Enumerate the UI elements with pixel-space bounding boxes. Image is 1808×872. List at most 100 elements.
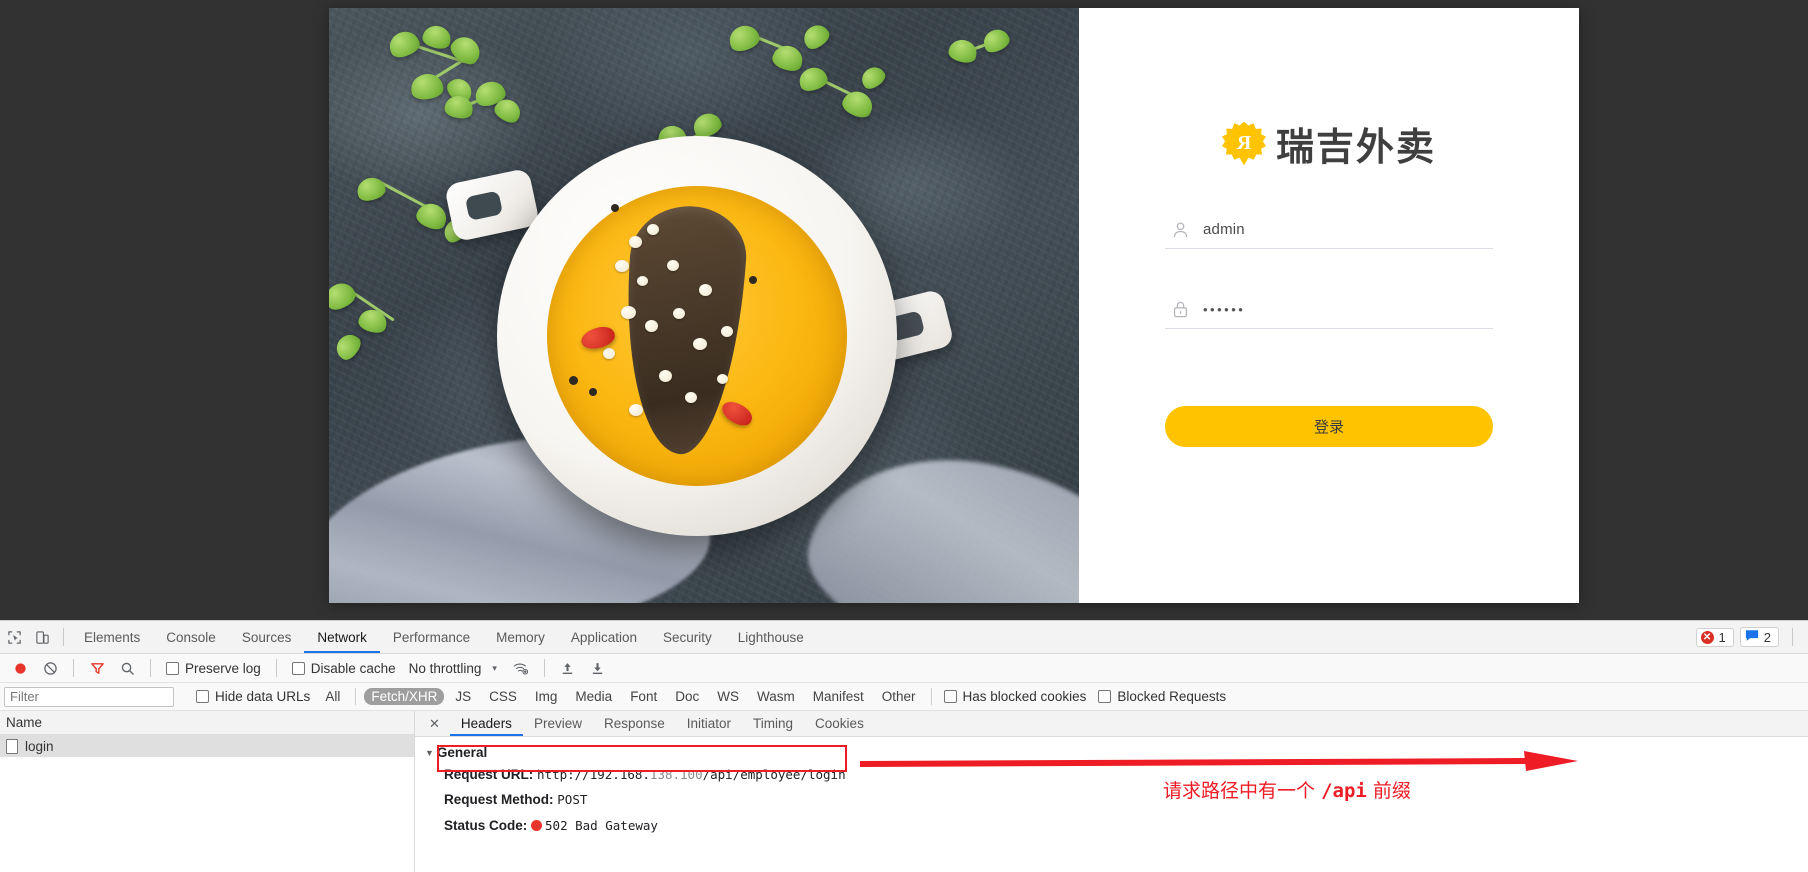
username-field[interactable]: admin	[1165, 220, 1493, 249]
tab-console[interactable]: Console	[153, 621, 229, 653]
general-section-label: General	[437, 745, 487, 760]
tab-memory[interactable]: Memory	[483, 621, 558, 653]
brand-name: 瑞吉外卖	[1276, 116, 1436, 171]
triangle-down-icon: ▼	[425, 748, 434, 758]
corn-kernel	[673, 308, 685, 319]
filter-divider	[931, 688, 932, 705]
status-code-value: 502 Bad Gateway	[545, 818, 658, 833]
inspect-element-icon[interactable]	[0, 623, 28, 651]
detail-tab-headers[interactable]: Headers	[450, 711, 523, 736]
message-count: 2	[1764, 630, 1771, 645]
filter-icon[interactable]	[83, 654, 111, 682]
toolbar-divider	[276, 659, 277, 677]
export-har-icon[interactable]	[584, 654, 612, 682]
annotation-code: /api	[1321, 780, 1367, 802]
type-filter-fetch-xhr[interactable]: Fetch/XHR	[364, 688, 444, 705]
toolbar-divider	[150, 659, 151, 677]
detail-tab-response[interactable]: Response	[593, 711, 676, 736]
tab-sources[interactable]: Sources	[229, 621, 305, 653]
request-url-row: Request URL: http://192.168.138.100/api/…	[425, 760, 1808, 785]
chevron-down-icon[interactable]: ▾	[488, 663, 505, 674]
checkbox-box	[1098, 690, 1111, 703]
type-filter-font[interactable]: Font	[623, 688, 664, 705]
tab-elements[interactable]: Elements	[71, 621, 153, 653]
type-filter-manifest[interactable]: Manifest	[806, 688, 871, 705]
request-url-host-dim: 138.100	[650, 767, 703, 782]
devtools-badges: ✕ 1 2	[1696, 627, 1800, 647]
type-filter-js[interactable]: JS	[448, 688, 478, 705]
type-filter-wasm[interactable]: Wasm	[750, 688, 802, 705]
disable-cache-checkbox[interactable]: Disable cache	[286, 661, 402, 676]
tab-lighthouse[interactable]: Lighthouse	[725, 621, 817, 653]
detail-tab-timing[interactable]: Timing	[742, 711, 804, 736]
throttling-select[interactable]: No throttling	[404, 661, 487, 676]
hide-data-urls-checkbox[interactable]: Hide data URLs	[190, 689, 316, 704]
type-filter-media[interactable]: Media	[568, 688, 619, 705]
black-seed	[589, 388, 597, 396]
corn-kernel	[685, 392, 697, 403]
detail-tab-initiator[interactable]: Initiator	[676, 711, 742, 736]
request-url-key: Request URL:	[444, 767, 533, 782]
request-list: Name login	[0, 711, 415, 872]
tab-network[interactable]: Network	[304, 621, 380, 653]
type-filter-other[interactable]: Other	[875, 688, 923, 705]
search-icon[interactable]	[113, 654, 141, 682]
network-conditions-icon[interactable]	[507, 654, 535, 682]
login-button[interactable]: 登录	[1165, 406, 1493, 447]
password-field[interactable]: ••••••	[1165, 300, 1493, 329]
corn-kernel	[647, 224, 659, 235]
tab-application[interactable]: Application	[558, 621, 650, 653]
disable-cache-label: Disable cache	[311, 661, 396, 676]
annotation-text: 请求路径中有一个 /api 前缀	[1163, 776, 1411, 803]
devtools-tabbar: Elements Console Sources Network Perform…	[0, 621, 1808, 654]
has-blocked-cookies-checkbox[interactable]: Has blocked cookies	[938, 689, 1093, 704]
detail-tab-cookies[interactable]: Cookies	[804, 711, 875, 736]
tab-performance[interactable]: Performance	[380, 621, 483, 653]
clear-icon[interactable]	[36, 654, 64, 682]
headers-content: ▼ General Request URL: http://192.168.13…	[415, 737, 1808, 836]
corn-kernel	[629, 236, 642, 248]
request-url-host: http://192.168.	[537, 767, 650, 782]
import-har-icon[interactable]	[554, 654, 582, 682]
device-toolbar-icon[interactable]	[28, 623, 56, 651]
record-icon[interactable]	[6, 654, 34, 682]
request-url-path: /api/employee/login	[703, 767, 846, 782]
corn-kernel	[659, 370, 672, 382]
message-count-badge[interactable]: 2	[1740, 627, 1779, 647]
type-filter-ws[interactable]: WS	[710, 688, 746, 705]
browser-viewport: R 瑞吉外卖 admin	[0, 0, 1808, 620]
hide-data-urls-label: Hide data URLs	[215, 689, 310, 704]
document-icon	[6, 739, 18, 754]
corn-kernel	[629, 404, 643, 416]
corn-kernel	[621, 306, 636, 319]
filter-input[interactable]	[4, 687, 174, 707]
checkbox-box	[166, 662, 179, 675]
checkbox-box	[292, 662, 305, 675]
request-detail: ✕ Headers Preview Response Initiator Tim…	[415, 711, 1808, 872]
request-method-row: Request Method: POST	[425, 785, 1808, 810]
brand-mark-icon: R	[1222, 122, 1266, 166]
close-icon[interactable]: ✕	[419, 716, 450, 732]
type-filter-all[interactable]: All	[318, 688, 347, 705]
corn-kernel	[721, 326, 733, 337]
network-filterbar: Hide data URLs All Fetch/XHR JS CSS Img …	[0, 683, 1808, 711]
general-section-header[interactable]: ▼ General	[425, 745, 1808, 760]
status-error-icon	[531, 820, 542, 831]
toolbar-divider	[544, 659, 545, 677]
type-filter-css[interactable]: CSS	[482, 688, 524, 705]
detail-tab-preview[interactable]: Preview	[523, 711, 593, 736]
status-code-row: Status Code: 502 Bad Gateway	[425, 811, 1808, 836]
black-seed	[749, 276, 757, 284]
blocked-requests-checkbox[interactable]: Blocked Requests	[1092, 689, 1232, 704]
table-row[interactable]: login	[0, 735, 414, 757]
type-filter-doc[interactable]: Doc	[668, 688, 706, 705]
preserve-log-checkbox[interactable]: Preserve log	[160, 661, 267, 676]
error-count-badge[interactable]: ✕ 1	[1696, 628, 1734, 647]
checkbox-box	[944, 690, 957, 703]
filter-divider	[355, 688, 356, 705]
type-filter-img[interactable]: Img	[528, 688, 565, 705]
toolbar-divider	[63, 628, 64, 646]
tab-security[interactable]: Security	[650, 621, 725, 653]
annotation-text-before: 请求路径中有一个	[1163, 780, 1315, 802]
request-name: login	[25, 739, 54, 754]
